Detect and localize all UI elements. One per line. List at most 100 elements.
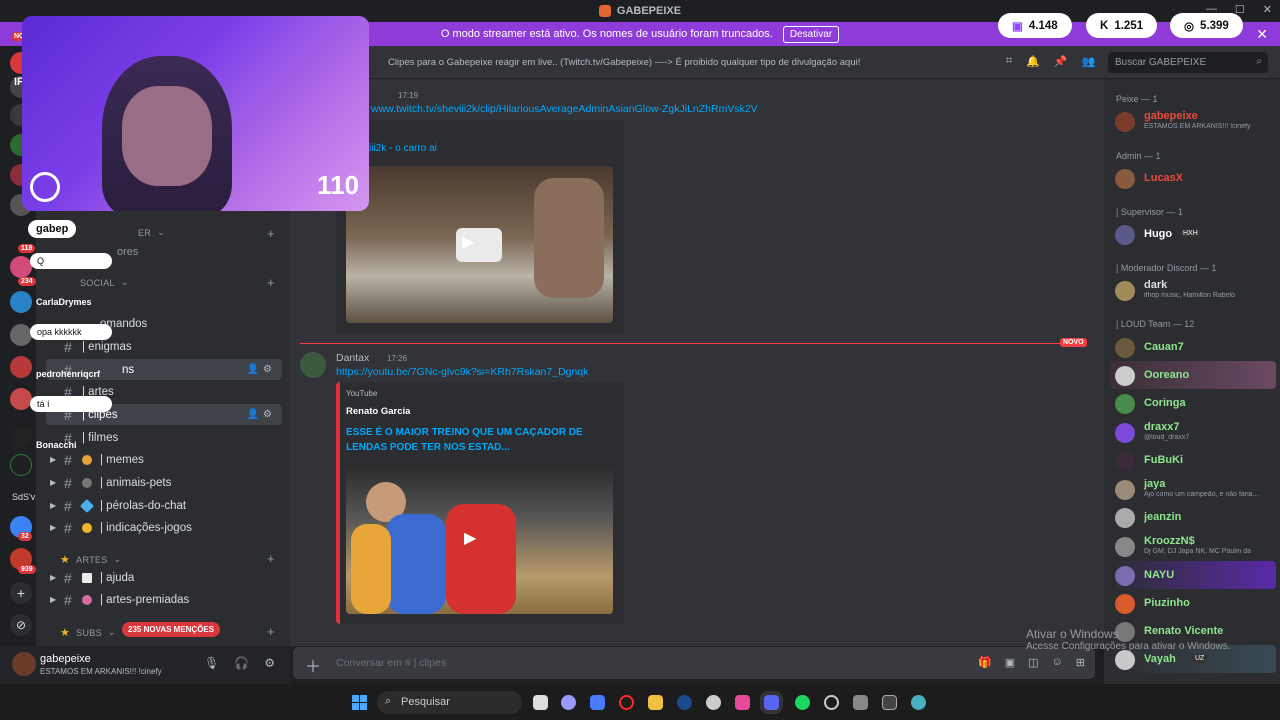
member-item[interactable]: jaya Ajo como um campeão, e não faria... — [1110, 475, 1276, 503]
loud-server-icon[interactable] — [10, 454, 32, 476]
channel-memes[interactable]: ▶ # | memes — [46, 449, 282, 470]
member-item[interactable]: KroozzN$ Dj GM, DJ Japa NK, MC Paulin da — [1110, 532, 1276, 560]
member-item[interactable]: Cauan7 — [1110, 333, 1276, 361]
member-item[interactable]: Coringa — [1110, 389, 1276, 417]
paw-icon — [82, 477, 92, 488]
member-item[interactable]: Piuzinho — [1110, 589, 1276, 617]
channel-partial[interactable]: ores — [117, 246, 138, 258]
server-icon[interactable] — [10, 388, 32, 410]
avatar[interactable] — [300, 352, 326, 378]
apps-icon[interactable]: ⊞ — [1076, 656, 1085, 669]
emoji-icon[interactable]: ☺ — [1052, 656, 1063, 669]
message-composer[interactable]: ＋ Conversar em # | clipes 🎁 ▣ ◫ ☺ ⊞ — [293, 647, 1095, 679]
member-item[interactable]: NAYU — [1110, 561, 1276, 589]
app-icon[interactable] — [911, 695, 926, 710]
member-item[interactable]: Ooreano — [1110, 361, 1276, 389]
search-icon: ⌕ — [385, 695, 392, 707]
disable-streamer-mode-button[interactable]: Desativar — [782, 25, 840, 43]
app-icon[interactable] — [824, 695, 839, 710]
server-icon[interactable] — [10, 356, 32, 378]
add-channel-icon[interactable]: + — [267, 226, 275, 241]
category-header-social[interactable]: SOCIAL ⌄ — [80, 277, 129, 288]
server-icon[interactable] — [10, 426, 32, 448]
member-item[interactable]: FuBuKi — [1110, 446, 1276, 474]
members-icon[interactable]: 👥 — [1082, 55, 1096, 68]
channel-filmes[interactable]: # | filmes — [46, 427, 282, 448]
avatar[interactable] — [12, 652, 36, 676]
member-item[interactable]: draxx7 @loud_draxx7 — [1110, 418, 1276, 446]
gif-icon[interactable]: ▣ — [1005, 656, 1015, 669]
copilot-icon[interactable] — [590, 695, 605, 710]
microphone-icon[interactable]: 🎙 — [204, 656, 219, 670]
close-window-icon[interactable]: ✕ — [1263, 3, 1272, 16]
add-channel-icon[interactable]: + — [267, 551, 275, 566]
add-channel-icon[interactable]: + — [267, 275, 275, 290]
add-server-icon[interactable]: + — [10, 582, 32, 604]
category-label: SOCIAL — [80, 277, 115, 288]
close-banner-icon[interactable]: ✕ — [1256, 26, 1268, 43]
discord-icon[interactable] — [764, 695, 779, 710]
app-icon[interactable] — [853, 695, 868, 710]
add-channel-icon[interactable]: + — [267, 624, 275, 639]
channel-label: | artes-premiadas — [100, 593, 190, 606]
member-group-header: Admin — 1 — [1116, 151, 1161, 161]
app-icon[interactable] — [561, 695, 576, 710]
channel-label: | ajuda — [100, 571, 135, 584]
channel-ajuda[interactable]: ▶ # | ajuda — [46, 567, 282, 588]
category-header-subs[interactable]: ★ SUBS ⌄ — [60, 626, 116, 639]
streamer-mode-text: O modo streamer está ativo. Os nomes de … — [440, 28, 773, 40]
message-author[interactable]: Dantax — [336, 352, 369, 364]
taskbar-search[interactable]: ⌕ Pesquisar — [377, 691, 522, 714]
channel-perolas-do-chat[interactable]: ▶ # | pérolas-do-chat — [46, 495, 282, 516]
headphones-icon[interactable]: 🎧 — [234, 656, 249, 670]
sticker-icon[interactable]: ◫ — [1028, 656, 1038, 669]
member-tag: HXH — [1180, 229, 1201, 238]
opera-icon[interactable] — [619, 695, 634, 710]
bell-icon[interactable]: 🔔 — [1026, 55, 1040, 68]
channel-animais-pets[interactable]: ▶ # | animais-pets — [46, 472, 282, 493]
clip-thumbnail[interactable]: ▶ — [346, 166, 613, 323]
app-icon[interactable] — [706, 695, 721, 710]
new-mentions-badge[interactable]: 235 NOVAS MENÇÕES — [122, 622, 221, 637]
member-item[interactable]: dark ifhop music, Hamilton Rabelo — [1110, 276, 1276, 304]
task-view-icon[interactable] — [533, 695, 548, 710]
settings-gear-icon[interactable]: ⚙ — [264, 656, 275, 670]
windows-start-icon[interactable] — [352, 695, 367, 710]
member-item[interactable]: jeanzin — [1110, 503, 1276, 531]
app-icon[interactable] — [735, 695, 750, 710]
play-icon[interactable]: ▶ — [464, 528, 476, 548]
overlay-chat-message: opa kkkkkk — [30, 324, 112, 340]
embed-title[interactable]: iii2k - o carro ai — [369, 143, 437, 154]
member-item[interactable]: LucasX — [1110, 164, 1276, 192]
explore-servers-icon[interactable]: ⊘ — [10, 614, 32, 636]
server-icon[interactable] — [10, 256, 32, 278]
channel-artes-premiadas[interactable]: ▶ # | artes-premiadas — [46, 589, 282, 610]
server-icon[interactable] — [10, 291, 32, 313]
channel-indicacoes-jogos[interactable]: ▶ # | indicações-jogos — [46, 517, 282, 538]
server-icon[interactable] — [10, 324, 32, 346]
embed-title[interactable]: ESSE É O MAIOR TREINO QUE UM CAÇADOR DE … — [346, 425, 596, 455]
member-name: FuBuKi — [1144, 454, 1184, 466]
member-item[interactable]: gabepeixe ESTAMOS EM ARKANIS!!! !cinefy — [1110, 107, 1276, 135]
channel-label: | animais-pets — [100, 476, 172, 489]
search-input[interactable]: Buscar GABEPEIXE ⌕ — [1108, 52, 1268, 73]
channel-comandos[interactable]: omandos — [96, 313, 282, 334]
channel-tools[interactable]: 👤⚙ — [247, 409, 276, 420]
message-link[interactable]: www.twitch.tv/sheviii2k/clip/HilariousAv… — [371, 103, 758, 115]
steam-icon[interactable] — [677, 695, 692, 710]
member-item[interactable]: Hugo HXH — [1110, 220, 1276, 248]
threads-icon[interactable]: ⌗ — [1006, 55, 1012, 68]
gift-icon[interactable]: 🎁 — [978, 656, 992, 669]
spotify-icon[interactable] — [795, 695, 810, 710]
channel-tools[interactable]: 👤⚙ — [247, 364, 276, 375]
add-attachment-icon[interactable]: ＋ — [305, 653, 321, 677]
category-header[interactable]: ER ⌄ — [138, 227, 165, 238]
message-link[interactable]: https://youtu.be/7GNc-glvc9k?si=KRh7Rska… — [336, 366, 588, 378]
pin-icon[interactable]: 📌 — [1054, 55, 1068, 68]
app-icon[interactable] — [882, 695, 897, 710]
video-thumbnail[interactable]: ▶ — [346, 464, 613, 614]
category-header-artes[interactable]: ★ ARTES ⌄ — [60, 553, 121, 566]
file-explorer-icon[interactable] — [648, 695, 663, 710]
play-icon[interactable]: ▶ — [462, 232, 474, 252]
embed-author[interactable]: Renato Garcia — [346, 406, 410, 417]
